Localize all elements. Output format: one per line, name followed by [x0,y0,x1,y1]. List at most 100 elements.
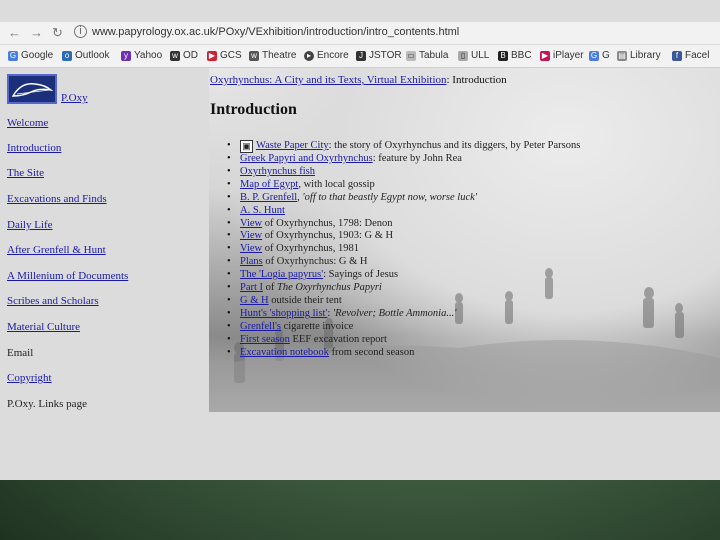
list-item: A. S. Hunt [227,205,580,218]
list-item-link[interactable]: Greek Papyri and Oxyrhynchus [240,153,373,164]
bookmark-bbc[interactable]: B BBC [498,50,532,61]
list-item-link[interactable]: Excavation notebook [240,347,329,358]
list-item: Map of Egypt, with local gossip [227,179,580,192]
bookmark-jstor[interactable]: J JSTOR [356,50,402,61]
yahoo-icon: y [121,50,131,61]
outlook-icon: o [62,50,72,61]
nav-material-culture[interactable]: Material Culture [7,321,80,333]
bookmark-theatre[interactable]: w Theatre [249,50,296,61]
bookmark-iplayer[interactable]: ▶ iPlayer [540,50,584,61]
ull-icon: ▯ [458,50,468,61]
list-item-text: of Oxyrhynchus, 1981 [262,243,359,255]
list-item-link[interactable]: Map of Egypt [240,179,298,190]
list-item: Part I of The Oxyrhynchus Papyri [227,282,580,295]
list-item-italic-text: 'Revolver; Bottle Ammonia...' [332,307,457,319]
breadcrumb: Oxyrhynchus: A City and its Texts, Virtu… [210,74,507,86]
nav-links-page[interactable]: P.Oxy. Links page [7,398,87,410]
list-item-link[interactable]: Hunt's 'shopping list' [240,308,327,319]
bookmark-library[interactable]: ▤ Library [617,50,661,61]
list-item-link[interactable]: A. S. Hunt [240,205,285,216]
back-icon[interactable]: ← [8,25,21,40]
logo-row[interactable]: P.Oxy [7,74,202,104]
nav-excavations[interactable]: Excavations and Finds [7,193,107,205]
contents-list: ▣Waste Paper City: the story of Oxyrhync… [227,140,580,360]
list-item: View of Oxyrhynchus, 1798: Denon [227,218,580,231]
reload-icon[interactable]: ↻ [52,25,63,41]
nav-welcome[interactable]: Welcome [7,117,48,129]
list-item: View of Oxyrhynchus, 1903: G & H [227,230,580,243]
list-item-link[interactable]: Part I [240,282,263,293]
list-item-link[interactable]: Oxyrhynchus fish [240,166,315,177]
bookmark-ull[interactable]: ▯ ULL [458,50,489,61]
list-item-italic-text: 'off to that beastly Egypt now, worse lu… [302,191,478,203]
nav-daily-life[interactable]: Daily Life [7,219,53,231]
gcs-icon: ▶ [207,50,217,61]
poxy-logo[interactable] [7,74,57,104]
bbc-icon: B [498,50,508,61]
logo-label[interactable]: P.Oxy [61,92,88,104]
bookmark-tabula[interactable]: ▭ Tabula [406,50,448,61]
nav-scribes-scholars[interactable]: Scribes and Scholars [7,295,99,307]
list-item-link[interactable]: Waste Paper City [256,140,329,151]
list-item-link[interactable]: View [240,230,262,241]
facebook-icon: f [672,50,682,61]
nav-introduction[interactable]: Introduction [7,142,61,154]
list-item-italic-text: The Oxyrhynchus Papyri [277,282,382,294]
bookmark-gcs[interactable]: ▶ GCS [207,50,242,61]
list-item: ▣Waste Paper City: the story of Oxyrhync… [227,140,580,153]
list-item-text: , with local gossip [298,178,375,190]
nav-millenium-documents[interactable]: A Millenium of Documents [7,270,128,282]
list-item-link[interactable]: B. P. Grenfell [240,192,297,203]
list-item-text: outside their tent [268,294,342,306]
list-item: Oxyrhynchus fish [227,166,580,179]
nav-after-grenfell-hunt[interactable]: After Grenfell & Hunt [7,244,106,256]
list-item-link[interactable]: First season [240,334,290,345]
list-item-text: of Oxyrhynchus, 1798: Denon [262,217,393,229]
left-navigation: P.Oxy Welcome Introduction The Site Exca… [7,74,202,410]
list-item: Hunt's 'shopping list': 'Revolver; Bottl… [227,308,580,321]
jstor-icon: J [356,50,366,61]
list-item-text: EEF excavation report [289,333,387,345]
forward-icon[interactable]: → [30,25,43,40]
list-item-text: of Oxyrhynchus: G & H [262,256,368,268]
bookmark-outlook[interactable]: o Outlook [62,50,109,61]
list-item-text: of [263,282,278,294]
tabula-icon: ▭ [406,50,416,61]
bookmark-yahoo[interactable]: y Yahoo [121,50,162,61]
list-item: Greek Papyri and Oxyrhynchus: feature by… [227,153,580,166]
list-item: View of Oxyrhynchus, 1981 [227,243,580,256]
info-icon[interactable]: i [74,25,87,38]
bookmark-od[interactable]: w OD [170,50,198,61]
google-icon: G [8,50,18,61]
list-item-link[interactable]: View [240,243,262,254]
bookmark-facebook[interactable]: f Facel [672,50,709,61]
nav-copyright[interactable]: Copyright [7,372,52,384]
nav-the-site[interactable]: The Site [7,167,44,179]
papyrus-thumbnail-icon[interactable]: ▣ [240,140,253,153]
browser-window: ← → ↻ i www.papyrology.ox.ac.uk/POxy/VEx… [0,0,720,480]
list-item-text: : the story of Oxyrhynchus and its digge… [328,140,581,151]
od-icon: w [170,50,180,61]
list-item-link[interactable]: Plans [240,256,263,267]
list-item: B. P. Grenfell, 'off to that beastly Egy… [227,192,580,205]
nav-email[interactable]: Email [7,347,33,359]
list-item: Plans of Oxyrhynchus: G & H [227,256,580,269]
bookmark-g[interactable]: GG [589,50,610,61]
bookmarks-bar: G Google o Outlook y Yahoo w OD ▶ GCS w Theatr… [0,45,720,68]
encore-icon: ▸ [304,50,314,61]
list-item-text: : Sayings of Jesus [323,269,399,281]
list-item-link[interactable]: Grenfell's [240,321,281,332]
list-item: Excavation notebook from second season [227,347,580,360]
url-field[interactable]: www.papyrology.ox.ac.uk/POxy/VExhibition… [92,26,459,38]
main-content: Oxyrhynchus: A City and its Texts, Virtu… [209,68,720,412]
list-item-link[interactable]: The 'Logia papyrus' [240,269,323,280]
bookmark-google[interactable]: G Google [8,50,53,61]
bookmark-encore[interactable]: ▸ Encore [304,50,349,61]
breadcrumb-current: : Introduction [446,74,507,86]
list-item-link[interactable]: View [240,218,262,229]
breadcrumb-exhibition-link[interactable]: Oxyrhynchus: A City and its Texts, Virtu… [210,74,447,86]
list-item-text: of Oxyrhynchus, 1903: G & H [262,230,394,242]
list-item: Grenfell's cigarette invoice [227,321,580,334]
list-item-link[interactable]: G & H [240,295,269,306]
iplayer-icon: ▶ [540,50,550,61]
